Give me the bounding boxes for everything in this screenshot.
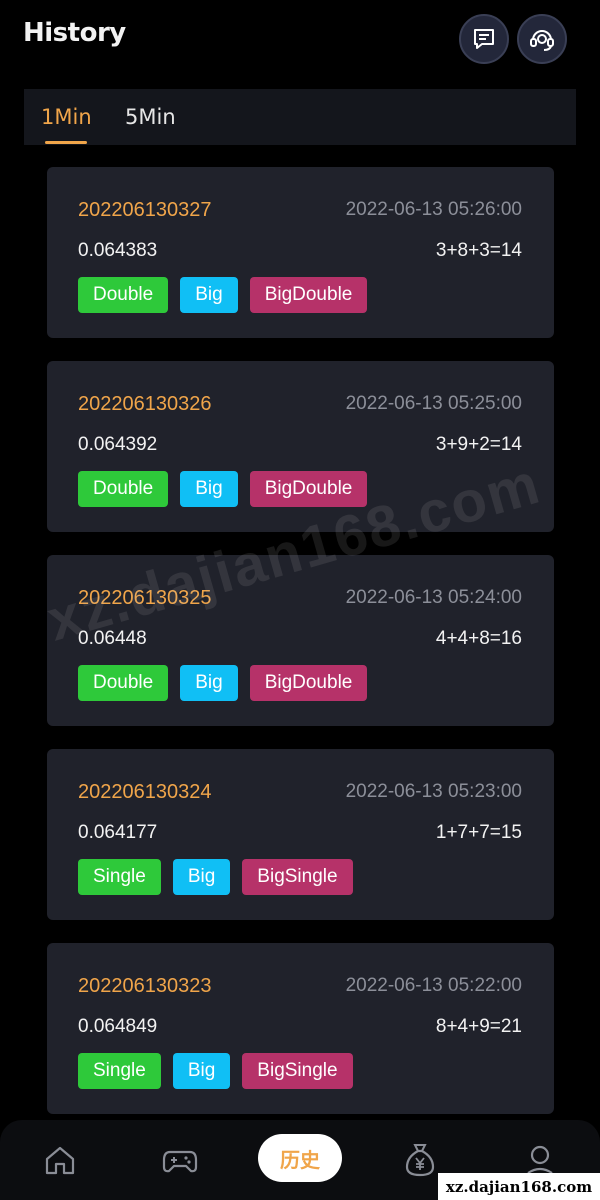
history-card: 202206130324 2022-06-13 05:23:00 0.064177 1… xyxy=(47,749,554,920)
nav-history[interactable]: 历史 xyxy=(258,1134,342,1182)
draw-sum: 4+4+8=16 xyxy=(435,628,522,649)
history-card: 202206130323 2022-06-13 05:22:00 0.064849 8… xyxy=(47,943,554,1114)
draw-sum: 3+8+3=14 xyxy=(435,240,522,261)
result-tag: Single xyxy=(78,1053,161,1089)
result-tag: Big xyxy=(180,471,238,507)
draw-price: 0.064392 xyxy=(78,434,158,455)
result-tags: Double Big BigDouble xyxy=(78,277,368,313)
result-tag: BigDouble xyxy=(249,665,368,701)
result-tag: Double xyxy=(78,665,169,701)
money-bag-icon xyxy=(405,1144,435,1177)
result-tags: Double Big BigDouble xyxy=(78,665,368,701)
result-tag: Double xyxy=(78,277,169,313)
result-tag: Double xyxy=(78,471,169,507)
chat-icon xyxy=(474,29,494,49)
draw-price: 0.064849 xyxy=(78,1016,158,1037)
draw-time: 2022-06-13 05:25:00 xyxy=(345,393,522,414)
result-tag: Big xyxy=(180,665,238,701)
period-number: 202206130324 xyxy=(78,781,212,803)
period-number: 202206130327 xyxy=(78,199,212,221)
active-tab-indicator xyxy=(45,141,87,144)
home-icon xyxy=(45,1146,75,1175)
nav-wallet[interactable] xyxy=(400,1140,440,1180)
history-list: 202206130327 2022-06-13 05:26:00 0.064383 3… xyxy=(47,167,554,1137)
period-number: 202206130325 xyxy=(78,587,212,609)
tab-1min[interactable]: 1Min xyxy=(41,105,92,129)
draw-sum: 3+9+2=14 xyxy=(435,434,522,455)
result-tag: BigDouble xyxy=(249,277,368,313)
draw-price: 0.064383 xyxy=(78,240,158,261)
headset-icon xyxy=(530,30,554,51)
result-tags: Single Big BigSingle xyxy=(78,859,353,895)
header: History xyxy=(0,0,600,80)
draw-sum: 8+4+9=21 xyxy=(435,1016,522,1037)
result-tag: BigSingle xyxy=(242,859,353,895)
message-button[interactable] xyxy=(459,14,509,64)
page-title: History xyxy=(23,18,126,48)
nav-home[interactable] xyxy=(40,1140,80,1180)
period-number: 202206130326 xyxy=(78,393,212,415)
draw-price: 0.06448 xyxy=(78,628,147,649)
draw-sum: 1+7+7=15 xyxy=(435,822,522,843)
period-number: 202206130323 xyxy=(78,975,212,997)
draw-time: 2022-06-13 05:22:00 xyxy=(345,975,522,996)
result-tag: Big xyxy=(180,277,238,313)
tab-5min[interactable]: 5Min xyxy=(125,105,176,129)
draw-time: 2022-06-13 05:26:00 xyxy=(345,199,522,220)
gamepad-icon xyxy=(162,1150,198,1173)
draw-time: 2022-06-13 05:23:00 xyxy=(345,781,522,802)
customer-service-button[interactable] xyxy=(517,14,567,64)
result-tag: Single xyxy=(78,859,161,895)
period-tabs: 1Min 5Min xyxy=(24,89,576,145)
draw-time: 2022-06-13 05:24:00 xyxy=(345,587,522,608)
draw-price: 0.064177 xyxy=(78,822,158,843)
result-tag: Big xyxy=(172,859,231,895)
result-tags: Double Big BigDouble xyxy=(78,471,368,507)
nav-games[interactable] xyxy=(160,1140,200,1180)
history-card: 202206130327 2022-06-13 05:26:00 0.064383 3… xyxy=(47,167,554,338)
result-tag: BigSingle xyxy=(242,1053,353,1089)
result-tags: Single Big BigSingle xyxy=(78,1053,353,1089)
history-card: 202206130326 2022-06-13 05:25:00 0.064392 3… xyxy=(47,361,554,532)
result-tag: Big xyxy=(172,1053,231,1089)
result-tag: BigDouble xyxy=(249,471,368,507)
watermark-corner: xz.dajian168.com xyxy=(438,1173,600,1200)
history-card: 202206130325 2022-06-13 05:24:00 0.06448 4+… xyxy=(47,555,554,726)
